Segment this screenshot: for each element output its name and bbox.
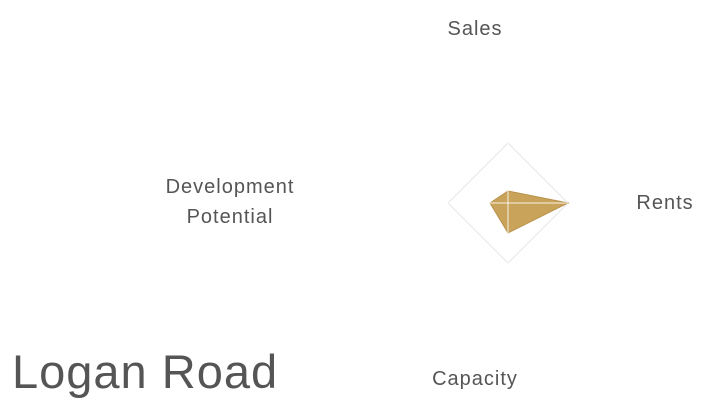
- radar-chart: [447, 142, 570, 264]
- axis-label-rents: Rents: [636, 192, 694, 214]
- axis-label-development-potential: Development Potential: [165, 176, 295, 228]
- radar-series-area: [489, 190, 570, 234]
- axis-label-capacity: Capacity: [432, 368, 518, 390]
- axis-label-sales: Sales: [447, 18, 503, 40]
- page-title: Logan Road: [12, 345, 279, 398]
